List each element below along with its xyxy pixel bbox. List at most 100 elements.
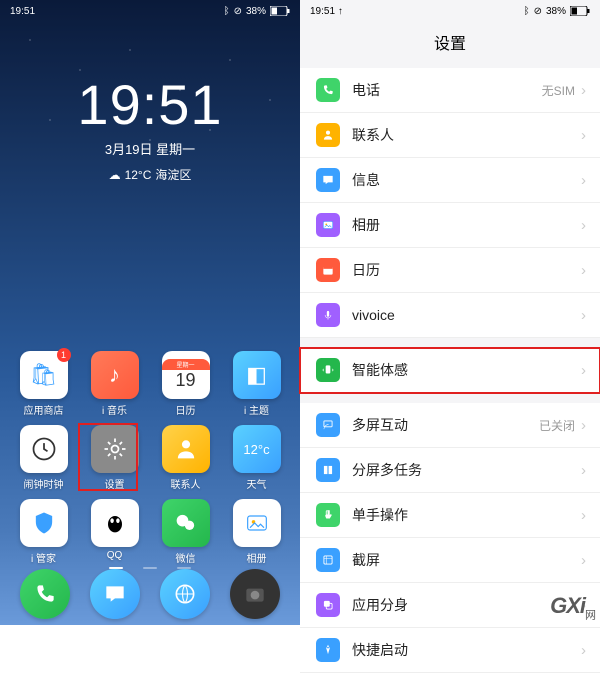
status-bar-right: 19:51 ↑ ᛒ ⊘ 38% [300,0,600,22]
launch-icon [316,638,340,662]
watermark: GXi网 [550,593,595,622]
settings-screen: 19:51 ↑ ᛒ ⊘ 38% 设置 电话无SIM›联系人›信息›相册›日历›v… [300,0,600,625]
browser-icon [160,569,210,619]
chevron-right-icon: › [581,642,586,659]
split-icon [316,458,340,482]
bluetooth-icon: ᛒ [224,6,230,17]
weather-widget[interactable]: ☁ 12°C 海淀区 [0,166,300,183]
settings-item-cast[interactable]: 多屏互动已关闭› [300,403,600,448]
app-label: 应用商店 [24,402,64,417]
person-icon [316,123,340,147]
app-i 主题[interactable]: ◧i 主题 [223,351,290,417]
chevron-right-icon: › [581,217,586,234]
app-日历[interactable]: 星期一19日历 [152,351,219,417]
app-label: i 主题 [244,402,269,417]
weather-icon: ☁ [109,168,121,182]
msg-icon [316,168,340,192]
dnd-icon: ⊘ [534,6,542,17]
app-icon [162,499,210,547]
app-QQ[interactable]: QQ [81,499,148,565]
app-icon [20,499,68,547]
settings-item-hand[interactable]: 单手操作› [300,493,600,538]
status-time-r: 19:51 [310,6,335,17]
dock [0,565,300,623]
settings-item-gallery[interactable]: 相册› [300,203,600,248]
app-天气[interactable]: 12°c天气 [223,425,290,491]
section-gap [300,393,600,403]
settings-label: 应用分身 [352,595,581,615]
status-bar-left: 19:51 ᛒ ⊘ 38% [0,0,300,22]
settings-label: 截屏 [352,550,581,570]
clock-time: 19:51 [0,72,300,137]
settings-label: 日历 [352,260,581,280]
settings-value: 已关闭 [539,417,575,434]
settings-label: 电话 [352,80,542,100]
chevron-right-icon: › [581,362,586,379]
gallery-icon [316,213,340,237]
app-i 管家[interactable]: i 管家 [10,499,77,565]
chevron-right-icon: › [581,552,586,569]
page-title: 设置 [300,22,600,68]
bluetooth-icon: ᛒ [524,6,530,17]
app-i 音乐[interactable]: ♪i 音乐 [81,351,148,417]
app-icon: ♪ [91,351,139,399]
app-设置[interactable]: 设置 [81,425,148,491]
motion-icon [316,358,340,382]
dnd-icon: ⊘ [234,6,242,17]
dock-messages[interactable] [80,569,150,619]
chevron-right-icon: › [581,262,586,279]
dock-browser[interactable] [150,569,220,619]
app-联系人[interactable]: 联系人 [152,425,219,491]
settings-item-launch[interactable]: 快捷启动› [300,628,600,673]
cast-icon [316,413,340,437]
app-icon [162,425,210,473]
app-相册[interactable]: 相册 [223,499,290,565]
settings-label: 快捷启动 [352,640,581,660]
settings-item-msg[interactable]: 信息› [300,158,600,203]
settings-label: 智能体感 [352,360,581,380]
settings-item-motion[interactable]: 智能体感› [300,348,600,393]
dock-phone[interactable] [10,569,80,619]
clock-widget[interactable]: 19:51 3月19日 星期一 [0,72,300,158]
settings-label: vivoice [352,307,581,323]
app-label: 天气 [247,476,267,491]
battery-icon [270,6,290,16]
chevron-right-icon: › [581,127,586,144]
screenshot-icon [316,548,340,572]
app-label: QQ [107,550,123,561]
settings-item-split[interactable]: 分屏多任务› [300,448,600,493]
settings-label: 多屏互动 [352,415,539,435]
app-闹钟时钟[interactable]: 闹钟时钟 [10,425,77,491]
status-icons-left: ᛒ ⊘ 38% [224,6,290,17]
app-grid: 🛍1应用商店♪i 音乐星期一19日历◧i 主题闹钟时钟设置联系人12°c天气i … [0,351,300,565]
app-icon: 星期一19 [162,351,210,399]
phone-icon [20,569,70,619]
camera-icon [230,569,280,619]
status-time: 19:51 [10,6,35,17]
hand-icon [316,503,340,527]
battery-pct: 38% [246,6,266,17]
app-应用商店[interactable]: 🛍1应用商店 [10,351,77,417]
chevron-right-icon: › [581,82,586,99]
chevron-right-icon: › [581,172,586,189]
settings-item-screenshot[interactable]: 截屏› [300,538,600,583]
app-icon [91,425,139,473]
settings-item-phone[interactable]: 电话无SIM› [300,68,600,113]
app-label: 微信 [176,550,196,565]
home-screen: 19:51 ᛒ ⊘ 38% 19:51 3月19日 星期一 ☁ 12°C 海淀区… [0,0,300,625]
settings-label: 分屏多任务 [352,460,581,480]
calendar-icon [316,258,340,282]
settings-item-voice[interactable]: vivoice› [300,293,600,338]
app-微信[interactable]: 微信 [152,499,219,565]
settings-item-person[interactable]: 联系人› [300,113,600,158]
app-label: 相册 [247,550,267,565]
app-icon [20,425,68,473]
upload-icon: ↑ [338,6,343,17]
badge: 1 [57,348,71,362]
messages-icon [90,569,140,619]
settings-item-calendar[interactable]: 日历› [300,248,600,293]
status-icons-right: ᛒ ⊘ 38% [524,6,590,17]
app-icon [233,499,281,547]
weather-loc: 海淀区 [155,166,191,183]
dock-camera[interactable] [220,569,290,619]
